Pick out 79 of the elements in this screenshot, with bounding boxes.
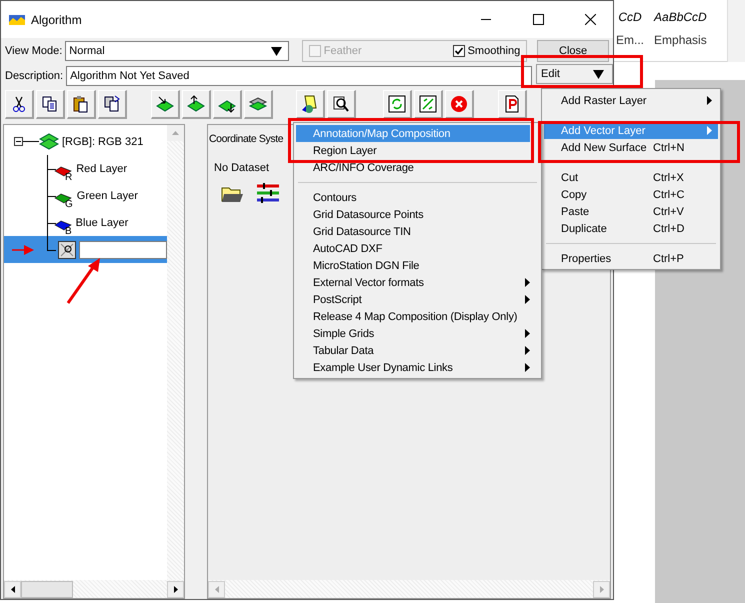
menu-item[interactable]: ARC/INFO Coverage	[296, 159, 530, 176]
export-layer-button[interactable]	[182, 90, 211, 118]
menu-item[interactable]: Region Layer	[296, 142, 530, 159]
menu-item[interactable]: AutoCAD DXF	[296, 240, 530, 257]
caret-icon	[593, 70, 604, 78]
style-sample[interactable]: CcD	[618, 10, 642, 24]
stop-icon	[449, 94, 469, 114]
maximize-icon	[532, 14, 544, 25]
style-sample[interactable]: AaBbCcD	[654, 10, 707, 24]
menu-item[interactable]: Simple Grids	[296, 325, 530, 342]
menu-item[interactable]: MicroStation DGN File	[296, 257, 530, 274]
scrollbar[interactable]	[4, 580, 184, 598]
clipboard-icon	[102, 94, 122, 114]
menu-item[interactable]: Cut Ctrl+X	[544, 169, 718, 186]
swap-button[interactable]	[414, 90, 443, 118]
swap-icon	[418, 94, 438, 114]
menu-item[interactable]: Properties Ctrl+P	[544, 250, 718, 267]
arrow-annotation	[12, 245, 34, 255]
report-button[interactable]	[498, 90, 527, 118]
submenu-arrow-icon	[707, 126, 712, 135]
menu-item[interactable]: Paste Ctrl+V	[544, 203, 718, 220]
window-title: Algorithm	[31, 12, 83, 26]
menu-item[interactable]: Grid Datasource Points	[296, 206, 530, 223]
menu-item[interactable]: Tabular Data	[296, 342, 530, 359]
inspect-button[interactable]	[327, 90, 356, 118]
move-layer-button[interactable]	[213, 90, 242, 118]
scrollbar[interactable]	[167, 125, 184, 580]
option-label: Feather	[324, 45, 362, 57]
menu-item[interactable]: Grid Datasource TIN	[296, 223, 530, 240]
menu-item[interactable]: PostScript	[296, 291, 530, 308]
menu-item[interactable]: Duplicate Ctrl+D	[544, 220, 718, 237]
menu-item[interactable]: Add New Surface Ctrl+N	[544, 139, 718, 156]
dataset-status: No Dataset	[214, 162, 270, 174]
tree-root-label[interactable]: [RGB]: RGB 321	[62, 136, 144, 148]
menu-item[interactable]: Copy Ctrl+C	[544, 186, 718, 203]
style-name: Em...	[616, 33, 644, 47]
description-field[interactable]: Algorithm Not Yet Saved	[66, 66, 532, 86]
view-mode-label: View Mode:	[5, 45, 62, 57]
description-label: Description:	[5, 70, 64, 82]
magnifier-icon	[331, 94, 351, 114]
sliders-icon[interactable]	[256, 182, 280, 204]
edit-dropdown[interactable]: Edit	[536, 64, 613, 84]
collapse-icon[interactable]	[14, 137, 23, 146]
scroll-arrow-icon[interactable]	[10, 586, 14, 592]
refresh-icon	[387, 94, 407, 114]
stack-layers-button[interactable]	[244, 90, 273, 118]
scrollbar[interactable]	[727, 0, 745, 62]
menu-item[interactable]: Release 4 Map Composition (Display Only)	[296, 308, 530, 325]
copy-button[interactable]	[36, 90, 65, 118]
tree-item[interactable]: R Red Layer	[4, 155, 167, 182]
layer-stack-icon	[39, 132, 59, 150]
menu-item[interactable]: Contours	[296, 189, 530, 206]
map-layer-icon	[58, 240, 76, 258]
caret-icon	[270, 46, 282, 56]
arrow-annotation	[66, 258, 102, 305]
close-icon	[584, 14, 596, 25]
paste-special-button[interactable]	[98, 90, 127, 118]
paste-button[interactable]	[67, 90, 96, 118]
refresh-button[interactable]	[383, 90, 412, 118]
checkbox[interactable]	[452, 45, 465, 57]
stop-button[interactable]	[445, 90, 474, 118]
shape-button[interactable]	[296, 90, 325, 118]
view-mode-dropdown[interactable]: Normal	[65, 41, 289, 61]
import-layer-button[interactable]	[151, 90, 180, 118]
menu-item[interactable]: External Vector formats	[296, 274, 530, 291]
layer-name-field[interactable]	[79, 240, 167, 258]
layer-arrow-icon	[155, 94, 175, 114]
minimize-icon	[481, 19, 491, 20]
layer-arrow-icon	[186, 94, 206, 114]
scroll-arrow-icon[interactable]	[174, 586, 178, 592]
style-name: Emphasis	[654, 33, 707, 47]
app-icon	[9, 14, 25, 24]
cut-button[interactable]	[5, 90, 34, 118]
menu-item[interactable]: Add Raster Layer	[544, 92, 718, 109]
menu-item[interactable]: Example User Dynamic Links	[296, 359, 530, 376]
option-label: Smoothing	[468, 45, 520, 57]
tree-item[interactable]: G Green Layer	[4, 182, 167, 209]
submenu-arrow-icon	[707, 96, 712, 105]
tree-item[interactable]	[4, 236, 167, 263]
